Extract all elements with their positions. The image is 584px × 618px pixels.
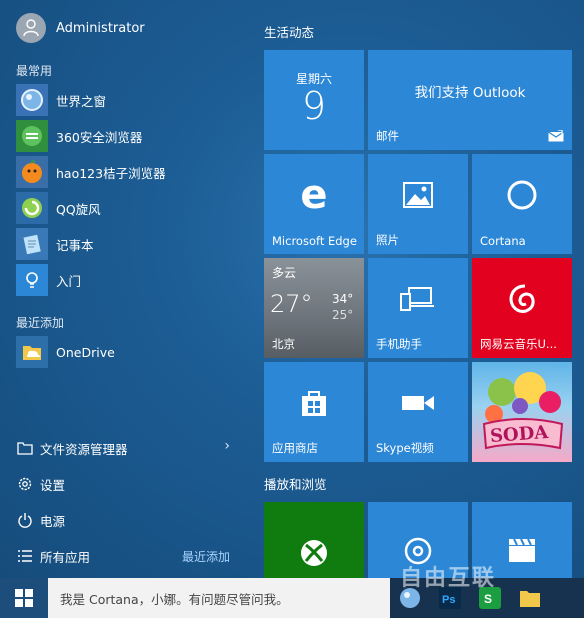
cortana-icon — [472, 154, 572, 236]
app-item-notepad[interactable]: 记事本 — [16, 228, 236, 260]
power-label: 电源 — [40, 513, 66, 529]
app-item-get-started[interactable]: 入门 — [16, 264, 236, 296]
app-item-qq-whirlwind[interactable]: QQ旋风 — [16, 192, 236, 224]
360-browser-icon — [16, 120, 48, 152]
cortana-search-box[interactable]: 我是 Cortana，小娜。有问题尽管问我。 — [48, 578, 390, 618]
app-label: 360安全浏览器 — [56, 129, 143, 145]
tile-netease-music[interactable]: 网易云音乐U... — [472, 258, 572, 358]
weather-temp: 27° — [270, 290, 313, 318]
user-icon — [23, 19, 39, 37]
folder-icon — [520, 591, 540, 607]
app-label: QQ旋风 — [56, 201, 101, 217]
all-apps-label: 所有应用 — [40, 549, 91, 565]
power-icon — [16, 511, 34, 529]
group-header-live: 生活动态 — [264, 25, 315, 40]
recently-added-heading: 最近添加 — [16, 316, 65, 330]
photos-label: 照片 — [376, 233, 399, 247]
start-button[interactable] — [0, 578, 48, 618]
svg-text:Ps: Ps — [442, 594, 455, 606]
user-name: Administrator — [56, 20, 145, 36]
store-label: 应用商店 — [272, 441, 318, 455]
folder-icon — [16, 439, 34, 457]
app-item-theworld[interactable]: 世界之窗 — [16, 84, 236, 116]
orange-browser-icon — [16, 156, 48, 188]
tile-edge[interactable]: e Microsoft Edge — [264, 154, 364, 254]
app-label: hao123桔子浏览器 — [56, 165, 166, 181]
windows-logo-icon — [15, 589, 33, 607]
netease-music-icon — [472, 258, 572, 340]
phone-label: 手机助手 — [376, 337, 422, 351]
mail-label: 邮件 — [376, 129, 399, 143]
avatar — [16, 13, 46, 43]
notepad-icon — [16, 228, 48, 260]
taskbar-file-explorer[interactable] — [510, 578, 550, 618]
list-icon — [16, 547, 34, 565]
lightbulb-icon — [16, 264, 48, 296]
user-account[interactable]: Administrator — [16, 13, 145, 43]
netease-label: 网易云音乐U... — [480, 337, 557, 351]
taskbar: 我是 Cortana，小娜。有问题尽管问我。 Ps S — [0, 578, 584, 618]
store-bag-icon — [264, 362, 364, 444]
globe-icon — [16, 84, 48, 116]
all-apps-item[interactable]: 所有应用 最近添加 — [16, 545, 236, 567]
candy-crush-art — [482, 372, 564, 450]
gear-icon — [16, 475, 34, 493]
svg-text:S: S — [484, 592, 492, 606]
start-menu: Administrator 最常用 世界之窗 360安全浏览器 hao123桔子… — [0, 0, 584, 578]
tile-cortana[interactable]: Cortana — [472, 154, 572, 254]
file-explorer-item[interactable]: 文件资源管理器 › — [16, 437, 236, 459]
group-header-play: 播放和浏览 — [264, 477, 327, 492]
tile-calendar[interactable]: 星期六 9 — [264, 50, 364, 150]
power-item[interactable]: 电源 — [16, 509, 236, 531]
tile-skype-video[interactable]: Skype视频 — [368, 362, 468, 462]
weather-city: 北京 — [272, 337, 295, 351]
photos-icon — [368, 154, 468, 236]
app-label: 世界之窗 — [56, 93, 107, 109]
search-placeholder: 我是 Cortana，小娜。有问题尽管问我。 — [60, 591, 289, 607]
tile-mail[interactable]: 我们支持 Outlook 邮件 — [368, 50, 572, 150]
edge-label: Microsoft Edge — [272, 234, 357, 248]
cortana-label: Cortana — [480, 234, 526, 248]
app-label: OneDrive — [56, 344, 115, 360]
edge-icon: e — [300, 172, 328, 218]
mail-icon — [548, 130, 564, 142]
tile-candy-crush-soda[interactable]: SODA — [472, 362, 572, 462]
calendar-day: 9 — [301, 84, 327, 128]
start-left-column: Administrator 最常用 世界之窗 360安全浏览器 hao123桔子… — [0, 0, 248, 578]
app-item-360browser[interactable]: 360安全浏览器 — [16, 120, 236, 152]
app-label: 入门 — [56, 273, 82, 289]
tile-weather[interactable]: 多云 27° 34° 25° 北京 — [264, 258, 364, 358]
weather-low: 25° — [332, 308, 354, 322]
skype-label: Skype视频 — [376, 441, 434, 455]
chevron-right-icon[interactable]: › — [224, 438, 230, 454]
watermark: 自由互联 — [400, 566, 497, 591]
settings-item[interactable]: 设置 — [16, 473, 236, 495]
candy-logo-text: SODA — [489, 421, 549, 448]
weather-condition: 多云 — [272, 266, 297, 280]
phone-laptop-icon — [368, 258, 468, 340]
app-label: 记事本 — [56, 237, 94, 253]
tile-xbox[interactable] — [264, 502, 364, 578]
qq-whirlwind-icon — [16, 192, 48, 224]
file-explorer-label: 文件资源管理器 — [40, 441, 128, 457]
app-item-onedrive[interactable]: OneDrive — [16, 336, 236, 368]
tile-phone-companion[interactable]: 手机助手 — [368, 258, 468, 358]
tile-photos[interactable]: 照片 — [368, 154, 468, 254]
most-used-heading: 最常用 — [16, 64, 53, 78]
onedrive-icon — [16, 336, 48, 368]
mail-headline: 我们支持 Outlook — [414, 85, 526, 101]
tile-store[interactable]: 应用商店 — [264, 362, 364, 462]
app-item-hao123[interactable]: hao123桔子浏览器 — [16, 156, 236, 188]
weather-high: 34° — [332, 292, 354, 306]
video-camera-icon — [368, 362, 468, 444]
settings-label: 设置 — [40, 477, 66, 493]
recently-added-link[interactable]: 最近添加 — [182, 548, 230, 565]
xbox-icon — [264, 538, 364, 568]
